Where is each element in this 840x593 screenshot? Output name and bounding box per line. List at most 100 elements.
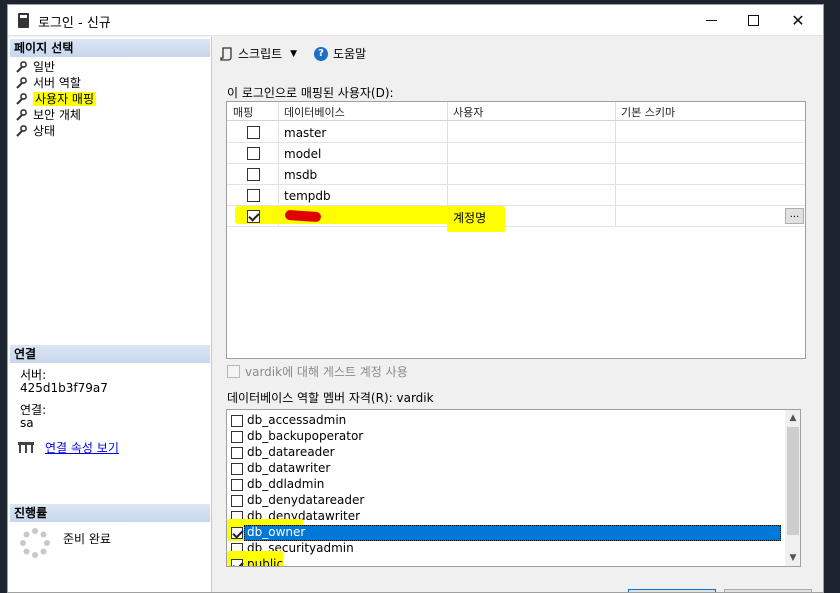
list-item[interactable]: db_ddladmin bbox=[227, 477, 785, 493]
list-item[interactable]: db_backupoperator bbox=[227, 429, 785, 445]
user-mapping-grid: 매핑 데이터베이스 사용자 기본 스키마 master model msdb t… bbox=[226, 101, 806, 359]
map-checkbox[interactable] bbox=[247, 147, 260, 160]
guest-checkbox bbox=[227, 365, 240, 378]
column-header-schema: 기본 스키마 bbox=[621, 106, 676, 119]
view-connection-properties-link[interactable]: 연결 속성 보기 bbox=[45, 439, 119, 456]
guest-account-option: vardik에 대해 게스트 계정 사용 bbox=[227, 363, 408, 380]
column-header-user: 사용자 bbox=[453, 106, 484, 119]
role-checkbox-checked[interactable] bbox=[231, 527, 243, 539]
page-item-label: 일반 bbox=[33, 60, 56, 74]
help-icon: ? bbox=[314, 46, 328, 61]
mapping-title: 이 로그인으로 매핑된 사용자(D): bbox=[227, 86, 394, 100]
list-item[interactable]: db_securityadmin bbox=[227, 541, 785, 557]
role-label: db_accessadmin bbox=[247, 413, 347, 427]
role-checkbox[interactable] bbox=[231, 447, 243, 459]
map-checkbox[interactable] bbox=[247, 168, 260, 181]
list-item-selected[interactable]: db_owner bbox=[227, 519, 785, 541]
map-checkbox-checked[interactable] bbox=[247, 210, 260, 223]
role-checkbox-checked[interactable] bbox=[231, 559, 243, 566]
maximize-button[interactable] bbox=[730, 5, 776, 36]
dropdown-arrow-icon: ▼ bbox=[290, 48, 298, 59]
map-checkbox[interactable] bbox=[247, 126, 260, 139]
list-item[interactable]: public bbox=[227, 551, 785, 566]
script-button[interactable]: 스크립트 ▼ bbox=[220, 45, 297, 62]
user-cell: 계정명 bbox=[453, 211, 487, 225]
close-icon: ✕ bbox=[791, 11, 805, 30]
grid-header: 매핑 데이터베이스 사용자 기본 스키마 bbox=[227, 102, 805, 121]
help-button[interactable]: ? 도움말 bbox=[314, 45, 366, 62]
close-button[interactable]: ✕ bbox=[775, 5, 821, 36]
list-item[interactable]: db_denydatareader bbox=[227, 493, 785, 509]
wrench-icon bbox=[16, 125, 27, 137]
minimize-icon bbox=[705, 20, 717, 21]
list-item[interactable]: db_datareader bbox=[227, 445, 785, 461]
role-checkbox[interactable] bbox=[231, 463, 243, 475]
page-item-securables[interactable]: 보안 개체 bbox=[15, 107, 96, 123]
login-new-dialog: 로그인 - 신규 ✕ 페이지 선택 일반 서버 역할 사용자 매핑 보안 개체 bbox=[7, 4, 824, 593]
list-item[interactable]: db_datawriter bbox=[227, 461, 785, 477]
role-label: db_datareader bbox=[247, 445, 335, 459]
default-schema-browse-button[interactable]: ... bbox=[785, 208, 804, 224]
title-bar: 로그인 - 신규 ✕ bbox=[8, 5, 823, 36]
role-label: db_ddladmin bbox=[247, 477, 325, 491]
table-row[interactable]: master bbox=[227, 122, 805, 143]
left-pane: 페이지 선택 일반 서버 역할 사용자 매핑 보안 개체 상태 연결 서버: 4… bbox=[8, 37, 212, 592]
connection-header: 연결 bbox=[10, 345, 210, 363]
role-checkbox[interactable] bbox=[231, 479, 243, 491]
role-checkbox[interactable] bbox=[231, 431, 243, 443]
role-label: db_owner bbox=[247, 525, 306, 539]
page-item-general[interactable]: 일반 bbox=[15, 59, 96, 75]
page-item-status[interactable]: 상태 bbox=[15, 123, 96, 139]
column-header-database: 데이터베이스 bbox=[284, 106, 345, 119]
scroll-up-icon[interactable]: ▲ bbox=[785, 410, 800, 426]
page-item-user-mapping[interactable]: 사용자 매핑 bbox=[15, 91, 97, 107]
page-item-label: 상태 bbox=[33, 124, 56, 138]
window-title: 로그인 - 신규 bbox=[38, 16, 111, 31]
role-label: db_backupoperator bbox=[247, 429, 364, 443]
database-cell: model bbox=[284, 147, 322, 161]
scroll-down-icon[interactable]: ▼ bbox=[785, 550, 800, 566]
progress-header: 진행률 bbox=[10, 504, 210, 522]
wrench-icon bbox=[16, 61, 27, 73]
map-checkbox[interactable] bbox=[247, 189, 260, 202]
server-value: 425d1b3f79a7 bbox=[20, 381, 108, 395]
column-header-map: 매핑 bbox=[233, 106, 254, 119]
progress-status: 준비 완료 bbox=[63, 532, 111, 546]
database-cell: msdb bbox=[284, 168, 318, 182]
selection-bar bbox=[244, 525, 781, 541]
roles-scrollbar[interactable]: ▲ ▼ bbox=[785, 410, 800, 566]
page-select-header: 페이지 선택 bbox=[10, 39, 210, 57]
page-item-label: 보안 개체 bbox=[33, 108, 81, 122]
table-row-selected[interactable]: 계정명 ... bbox=[227, 206, 805, 232]
wrench-icon bbox=[16, 93, 27, 105]
wrench-icon bbox=[16, 109, 27, 121]
help-label: 도움말 bbox=[333, 47, 367, 61]
script-icon bbox=[220, 46, 232, 61]
list-item[interactable]: db_denydatawriter bbox=[227, 509, 785, 525]
role-label: db_datawriter bbox=[247, 461, 331, 475]
ok-button[interactable] bbox=[628, 589, 716, 592]
list-item[interactable]: db_accessadmin bbox=[227, 413, 785, 429]
table-row[interactable]: msdb bbox=[227, 164, 805, 185]
role-membership-list: db_accessadmin db_backupoperator db_data… bbox=[226, 409, 801, 567]
script-label: 스크립트 bbox=[238, 47, 283, 61]
network-icon bbox=[18, 441, 34, 453]
page-item-server-roles[interactable]: 서버 역할 bbox=[15, 75, 96, 91]
scroll-thumb[interactable] bbox=[787, 427, 799, 535]
page-list: 일반 서버 역할 사용자 매핑 보안 개체 상태 bbox=[15, 59, 97, 139]
role-label: db_denydatareader bbox=[247, 493, 365, 507]
progress-spinner-icon bbox=[20, 528, 50, 558]
roles-title: 데이터베이스 역할 멤버 자격(R): vardik bbox=[227, 391, 434, 405]
minimize-button[interactable] bbox=[688, 5, 734, 36]
page-item-label: 사용자 매핑 bbox=[33, 92, 97, 106]
table-row[interactable]: model bbox=[227, 143, 805, 164]
cancel-button[interactable] bbox=[724, 589, 812, 592]
role-checkbox[interactable] bbox=[231, 495, 243, 507]
role-checkbox[interactable] bbox=[231, 415, 243, 427]
view-connection-properties[interactable]: 연결 속성 보기 bbox=[17, 439, 119, 456]
table-row[interactable]: tempdb bbox=[227, 185, 805, 206]
connection-value: sa bbox=[20, 416, 34, 430]
maximize-icon bbox=[747, 15, 759, 26]
database-cell: master bbox=[284, 126, 327, 140]
database-cell: tempdb bbox=[284, 189, 331, 203]
